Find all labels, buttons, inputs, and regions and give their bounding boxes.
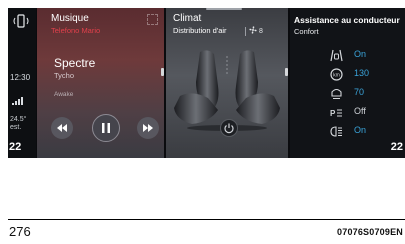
air-distribution-label: Distribution d'air: [173, 26, 227, 35]
svg-text:P: P: [330, 109, 336, 118]
previous-track-button[interactable]: [51, 117, 73, 139]
climate-power-button[interactable]: [220, 119, 238, 137]
divider: [245, 27, 246, 36]
assist-row-cruise[interactable]: 70: [330, 86, 405, 102]
document-code: 07076S0709EN: [337, 227, 403, 237]
assist-row-lights[interactable]: On: [330, 124, 405, 140]
resize-handle[interactable]: [161, 68, 164, 76]
clock: 12:30: [10, 73, 31, 82]
album-name: Awake: [54, 91, 74, 98]
assist-row-park[interactable]: P Off: [330, 105, 405, 121]
cruise-distance-icon: [331, 88, 342, 99]
climate-card[interactable]: Climat Distribution d'air 8: [166, 8, 288, 158]
next-icon: [143, 124, 153, 132]
footer-rule: [8, 219, 405, 220]
assist-row-speed-limit[interactable]: km 130: [330, 67, 405, 83]
pause-icon: [102, 123, 110, 133]
park-assist-value: Off: [354, 106, 366, 116]
music-card[interactable]: Musique Telefono Mario Spectre Tycho Awa…: [37, 8, 164, 158]
assist-row-lane[interactable]: On: [330, 48, 405, 64]
infotainment-screen: 12:30 24.5° est. 22 Musique Telefono Mar…: [8, 8, 405, 158]
driver-assist-mode: Confort: [294, 27, 319, 36]
lane-assist-value: On: [354, 49, 367, 59]
next-track-button[interactable]: [137, 117, 159, 139]
driver-temperature[interactable]: 22: [9, 141, 21, 153]
auto-lights-icon: [330, 126, 342, 137]
artist-name: Tycho: [54, 71, 75, 80]
speed-limit-value: 130: [354, 68, 370, 78]
driver-assist-title: Assistance au conducteur: [294, 15, 400, 25]
fan-level: 8: [258, 28, 263, 35]
music-source: Telefono Mario: [51, 26, 101, 35]
lane-assist-icon: [330, 49, 343, 62]
phone-mirroring-icon[interactable]: [13, 14, 29, 28]
climate-card-title: Climat: [173, 13, 202, 24]
park-assist-icon: P: [330, 109, 342, 118]
resize-handle[interactable]: [285, 68, 288, 76]
svg-text:km: km: [333, 73, 340, 79]
outside-temperature: 24.5° est.: [10, 116, 26, 132]
fan-speed[interactable]: 8: [249, 26, 263, 35]
outside-temperature-value: 24.5°: [10, 116, 27, 123]
status-rail: 12:30 24.5° est. 22: [8, 8, 36, 158]
pause-button[interactable]: [92, 114, 120, 142]
song-title: Spectre: [54, 56, 96, 70]
page-number: 276: [9, 224, 31, 239]
speed-limit-icon: km: [330, 68, 343, 81]
passenger-temperature[interactable]: 22: [391, 141, 403, 153]
auto-lights-value: On: [354, 125, 367, 135]
drag-handle[interactable]: [206, 8, 242, 10]
fan-icon: [249, 26, 257, 34]
music-card-title: Musique: [51, 13, 89, 24]
cruise-distance-value: 70: [354, 87, 365, 97]
driver-assist-card[interactable]: Assistance au conducteur Confort On km 1…: [290, 8, 405, 158]
previous-icon: [57, 124, 67, 132]
signal-strength-icon: [12, 97, 23, 105]
expand-icon[interactable]: [147, 14, 158, 25]
power-icon: [224, 123, 234, 134]
outside-temperature-label: est.: [10, 124, 22, 131]
